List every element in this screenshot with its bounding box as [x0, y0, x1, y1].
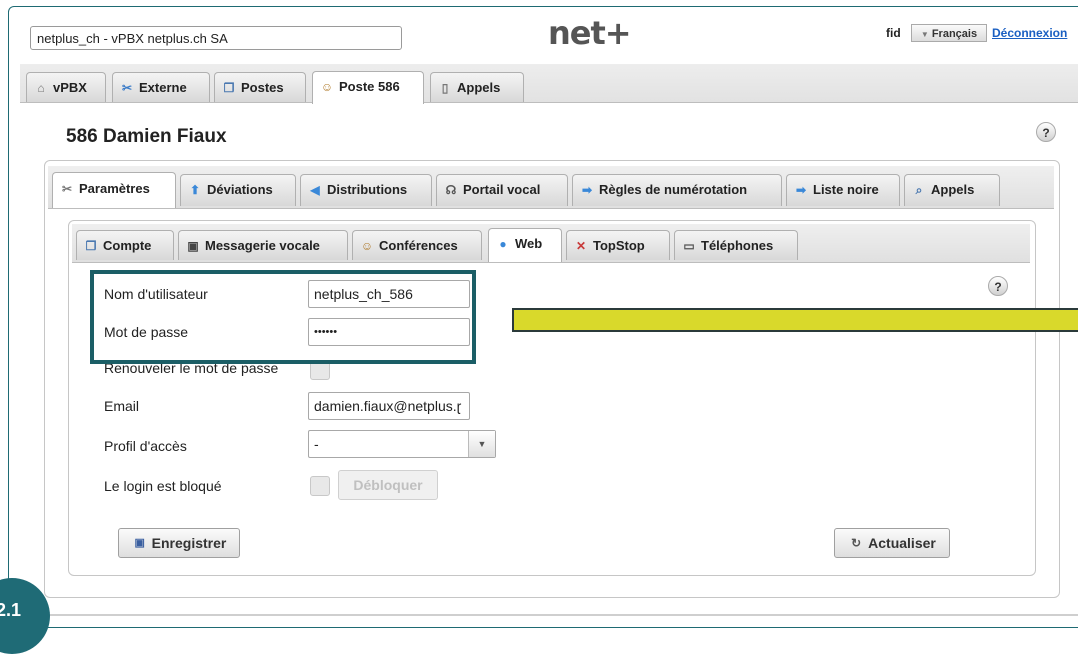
caret-down-icon: ▼ [920, 30, 929, 39]
step-number: 2.1 [0, 600, 22, 620]
magnifier-icon: ⌕ [915, 182, 923, 197]
account-field[interactable]: netplus_ch - vPBX netplus.ch SA [30, 26, 402, 50]
tab-label: TopStop [593, 238, 645, 253]
distribute-icon: ◀ [310, 182, 320, 197]
tab-label: Téléphones [701, 238, 774, 253]
email-label: Email [104, 398, 140, 414]
tab-deviations[interactable]: ⬆ Déviations [180, 174, 296, 206]
tab-label: Portail vocal [463, 182, 541, 197]
refresh-button[interactable]: ↻ Actualiser [834, 528, 950, 558]
document-icon: ❐ [223, 80, 235, 95]
tab-appels[interactable]: ⌕ Appels [904, 174, 1000, 206]
user-icon: ☺ [320, 79, 334, 94]
tab-regles-numerotation[interactable]: ➡ Règles de numérotation [572, 174, 782, 206]
netplus-logo: net+ [548, 14, 632, 52]
access-profile-value: - [314, 436, 319, 452]
tab-label: Liste noire [813, 182, 879, 197]
refresh-icon: ↻ [851, 536, 862, 551]
tab-label: vPBX [53, 80, 87, 95]
login-blocked-checkbox[interactable] [310, 476, 330, 496]
tab-compte[interactable]: ❐ Compte [76, 230, 174, 260]
access-profile-label: Profil d'accès [104, 438, 187, 454]
arrow-right-icon: ➡ [581, 182, 593, 197]
tab-label: Appels [931, 182, 975, 197]
tab-label: Compte [103, 238, 152, 253]
tools-icon: ✂ [121, 80, 133, 95]
highlight-box [90, 270, 476, 364]
tab-appels-top[interactable]: ▯ Appels [430, 72, 524, 102]
tab-vpbx[interactable]: ⌂ vPBX [26, 72, 106, 102]
tab-label: Poste 586 [339, 79, 400, 94]
login-blocked-label: Le login est bloqué [104, 478, 222, 494]
logout-link[interactable]: Déconnexion [992, 26, 1067, 40]
language-label: Français [931, 28, 978, 40]
speech-bubble-icon: ☊ [445, 182, 457, 197]
refresh-label: Actualiser [868, 535, 936, 551]
group-icon: ☺ [360, 238, 374, 253]
tab-postes[interactable]: ❐ Postes [214, 72, 306, 102]
arrow-up-icon: ⬆ [189, 182, 201, 197]
save-label: Enregistrer [151, 535, 227, 551]
tab-label: Règles de numérotation [599, 182, 748, 197]
help-icon[interactable]: ? [988, 276, 1008, 296]
tab-externe[interactable]: ✂ Externe [112, 72, 210, 102]
sheet-icon: ▯ [441, 80, 449, 95]
caret-down-icon[interactable]: ▼ [468, 431, 495, 457]
tab-label: Conférences [379, 238, 458, 253]
tab-label: Postes [241, 80, 284, 95]
arrow-right-icon: ➡ [795, 182, 807, 197]
tab-label: Web [515, 236, 543, 251]
page-title: 586 Damien Fiaux [66, 126, 227, 147]
unblock-button[interactable]: Débloquer [338, 470, 438, 500]
globe-icon: ● [499, 236, 507, 251]
tab-distributions[interactable]: ◀ Distributions [300, 174, 432, 206]
save-icon: ▣ [134, 537, 145, 550]
tab-portail-vocal[interactable]: ☊ Portail vocal [436, 174, 568, 206]
house-icon: ⌂ [37, 80, 45, 95]
tab-parametres[interactable]: ✂ Paramètres [52, 172, 176, 208]
access-profile-select[interactable]: - ▼ [308, 430, 496, 458]
voicemail-icon: ▣ [187, 238, 199, 253]
tab-label: Distributions [327, 182, 408, 197]
tab-label: Externe [139, 80, 187, 95]
language-select[interactable]: ▼ Français [911, 24, 987, 42]
tab-web[interactable]: ● Web [488, 228, 562, 262]
divider [40, 614, 1078, 616]
tab-label: Déviations [207, 182, 273, 197]
topstop-icon: ✕ [575, 238, 587, 253]
pointer-arrow [512, 308, 1078, 332]
tab-label: Paramètres [79, 181, 150, 196]
email-input[interactable]: damien.fiaux@netplus.ɽ [308, 392, 470, 420]
tools-icon: ✂ [61, 181, 73, 196]
tab-label: Messagerie vocale [205, 238, 320, 253]
phone-icon: ▭ [683, 238, 695, 253]
tab-topstop[interactable]: ✕ TopStop [566, 230, 670, 260]
tab-liste-noire[interactable]: ➡ Liste noire [786, 174, 900, 206]
tab-label: Appels [457, 80, 501, 95]
save-button[interactable]: ▣ Enregistrer [118, 528, 240, 558]
tab-telephones[interactable]: ▭ Téléphones [674, 230, 798, 260]
document-icon: ❐ [85, 238, 97, 253]
help-icon[interactable]: ? [1036, 122, 1056, 142]
user-name: fid [886, 26, 901, 40]
tab-conferences[interactable]: ☺ Conférences [352, 230, 482, 260]
tab-messagerie-vocale[interactable]: ▣ Messagerie vocale [178, 230, 348, 260]
tab-poste-586[interactable]: ☺ Poste 586 [312, 71, 424, 104]
